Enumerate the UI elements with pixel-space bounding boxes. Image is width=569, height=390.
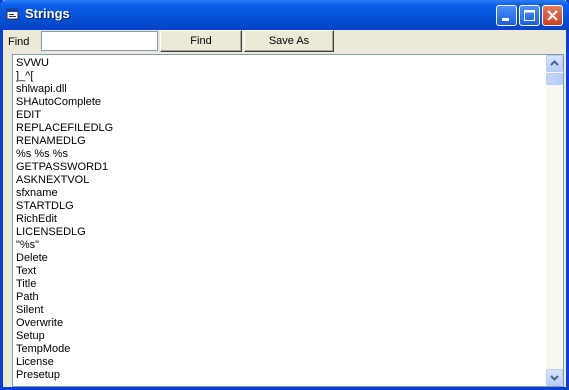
chevron-up-icon (550, 60, 559, 66)
minimize-button[interactable] (496, 5, 517, 26)
list-item[interactable]: License (16, 356, 546, 369)
list-item[interactable]: ASKNEXTVOL (16, 174, 546, 187)
maximize-button[interactable] (519, 5, 540, 26)
app-window-icon (6, 8, 19, 20)
scroll-down-button[interactable] (546, 369, 563, 386)
list-item[interactable]: Path (16, 291, 546, 304)
list-item[interactable]: REPLACEFILEDLG (16, 122, 546, 135)
list-item[interactable]: LICENSEDLG (16, 226, 546, 239)
save-as-button[interactable]: Save As (244, 30, 334, 52)
list-item[interactable]: Overwrite (16, 317, 546, 330)
list-item[interactable]: ]_^[ (16, 70, 546, 83)
list-item[interactable]: Silent (16, 304, 546, 317)
find-input[interactable] (41, 31, 158, 51)
list-item[interactable]: Delete (16, 252, 546, 265)
list-item[interactable]: Text (16, 265, 546, 278)
minimize-icon (502, 18, 509, 21)
close-button[interactable] (542, 5, 563, 26)
list-item[interactable]: "%s" (16, 239, 546, 252)
strings-list: SVWU]_^[shlwapi.dll SHAutoComplete EDIT REP… (13, 55, 546, 382)
find-button[interactable]: Find (160, 30, 242, 52)
list-item[interactable]: EDIT (16, 109, 546, 122)
toolbar: Find Find Save As (3, 30, 566, 54)
list-item[interactable]: %s %s %s (16, 148, 546, 161)
chevron-down-icon (550, 375, 559, 381)
list-item[interactable]: sfxname (16, 187, 546, 200)
scroll-up-button[interactable] (546, 55, 563, 72)
list-item[interactable]: SHAutoComplete (16, 96, 546, 109)
window-title: Strings (25, 6, 70, 21)
list-item[interactable]: Presetup (16, 369, 546, 382)
list-item[interactable]: Setup (16, 330, 546, 343)
list-item[interactable]: RENAMEDLG (16, 135, 546, 148)
list-item[interactable]: STARTDLG (16, 200, 546, 213)
strings-window: Strings Find Find Save As SVWU]_^[shlwap… (0, 0, 569, 390)
list-item[interactable]: GETPASSWORD1 (16, 161, 546, 174)
maximize-icon (524, 10, 535, 21)
close-icon (547, 10, 558, 21)
title-bar[interactable]: Strings (0, 0, 569, 30)
vertical-scrollbar[interactable] (546, 55, 563, 386)
scroll-thumb[interactable] (546, 73, 563, 85)
list-item[interactable]: shlwapi.dll (16, 83, 546, 96)
list-item[interactable]: TempMode (16, 343, 546, 356)
list-item[interactable]: SVWU (16, 57, 546, 70)
strings-listbox[interactable]: SVWU]_^[shlwapi.dll SHAutoComplete EDIT REP… (12, 54, 564, 387)
list-item[interactable]: RichEdit (16, 213, 546, 226)
find-label: Find (8, 36, 30, 48)
list-item[interactable]: Title (16, 278, 546, 291)
